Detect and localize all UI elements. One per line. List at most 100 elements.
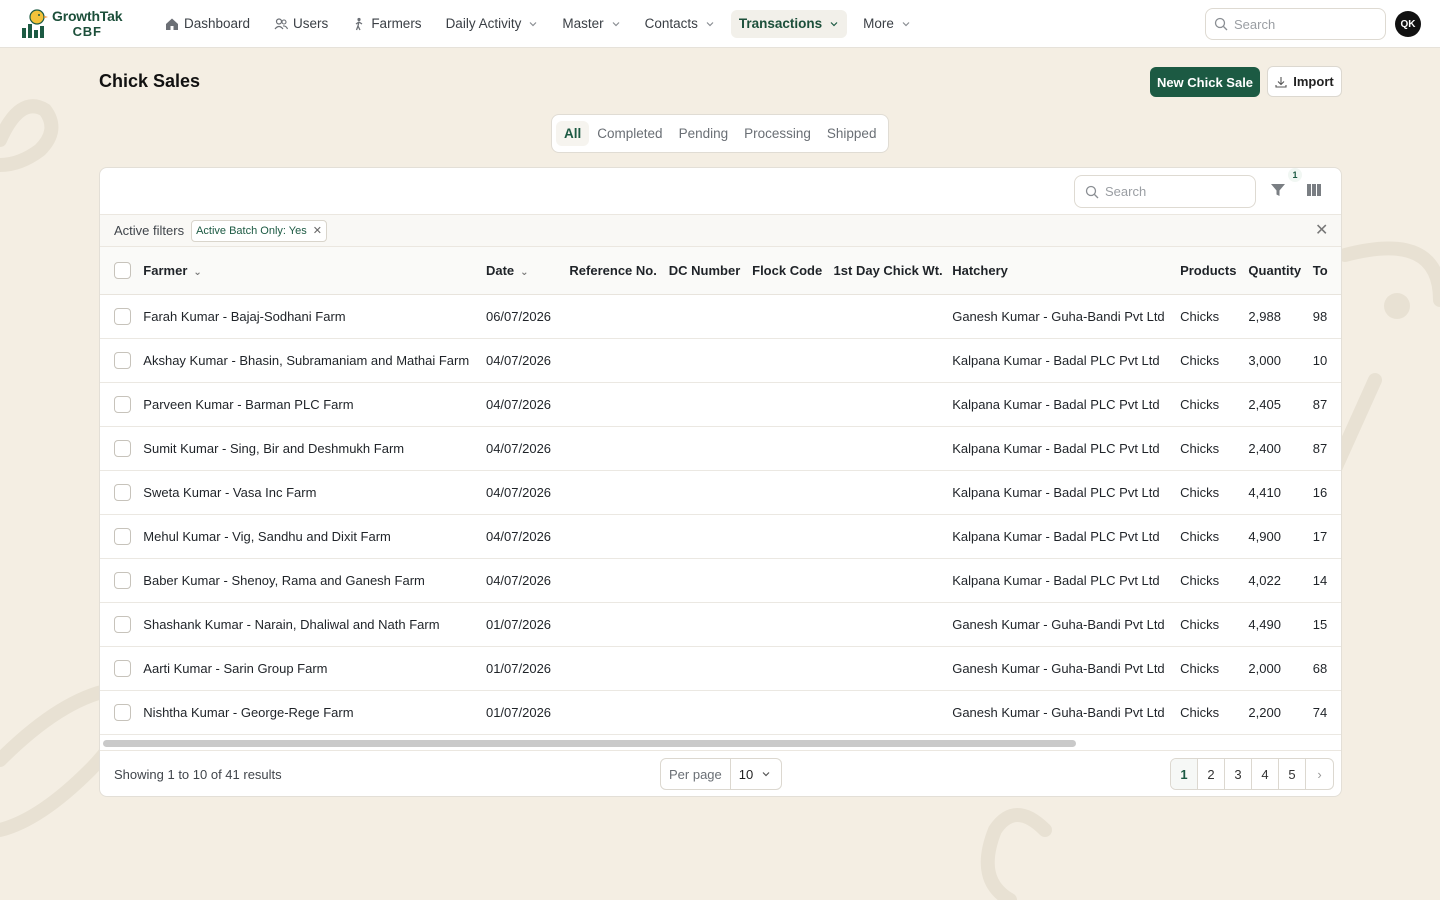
remove-filter-icon[interactable]: ✕ bbox=[313, 224, 322, 237]
cell-date: 04/07/2026 bbox=[485, 528, 552, 544]
cell-products: Chicks bbox=[1180, 484, 1220, 500]
cell-quantity: 2,400 bbox=[1248, 440, 1281, 456]
page-4-button[interactable]: 4 bbox=[1252, 759, 1279, 789]
cell-hatchery: Ganesh Kumar - Guha-Bandi Pvt Ltd bbox=[952, 616, 1165, 632]
filter-chip[interactable]: Active Batch Only: Yes ✕ bbox=[191, 219, 327, 242]
columns-icon[interactable] bbox=[1306, 182, 1322, 198]
tab-pending[interactable]: Pending bbox=[671, 121, 737, 146]
row-checkbox[interactable] bbox=[114, 439, 131, 457]
nav-master[interactable]: Master bbox=[554, 10, 628, 38]
cell-flock bbox=[752, 382, 833, 426]
cell-flock bbox=[752, 426, 833, 470]
avatar[interactable]: QK bbox=[1395, 11, 1421, 37]
nav-daily-activity[interactable]: Daily Activity bbox=[438, 10, 547, 38]
col-quantity[interactable]: Quantity bbox=[1248, 247, 1312, 294]
page-2-button[interactable]: 2 bbox=[1198, 759, 1225, 789]
cell-date: 04/07/2026 bbox=[485, 440, 552, 456]
cell-quantity: 4,490 bbox=[1248, 616, 1281, 632]
cell-products: Chicks bbox=[1180, 440, 1220, 456]
col-dc-number[interactable]: DC Number bbox=[669, 247, 752, 294]
farmer-icon bbox=[355, 17, 363, 30]
per-page-label: Per page bbox=[661, 759, 731, 789]
page-3-button[interactable]: 3 bbox=[1225, 759, 1252, 789]
col-first-day-chick-wt[interactable]: 1st Day Chick Wt. bbox=[834, 247, 953, 294]
main-nav: Dashboard Users Farmers Daily Activity M… bbox=[157, 0, 927, 48]
chevron-down-icon bbox=[830, 21, 838, 26]
page-5-button[interactable]: 5 bbox=[1279, 759, 1306, 789]
row-checkbox[interactable] bbox=[114, 351, 131, 369]
row-checkbox[interactable] bbox=[114, 571, 131, 589]
table-row[interactable]: Aarti Kumar - Sarin Group Farm 01/07/2026… bbox=[100, 646, 1341, 690]
row-checkbox[interactable] bbox=[114, 703, 131, 721]
tab-all[interactable]: All bbox=[556, 121, 590, 146]
table-row[interactable]: Baber Kumar - Shenoy, Rama and Ganesh Fa… bbox=[100, 558, 1341, 602]
cell-total: 98 bbox=[1312, 308, 1328, 324]
table-row[interactable]: Shashank Kumar - Narain, Dhaliwal and Na… bbox=[100, 602, 1341, 646]
pagination: 1 2 3 4 5 › bbox=[1170, 758, 1334, 790]
cell-ref bbox=[569, 602, 668, 646]
home-icon bbox=[166, 18, 178, 30]
table-row[interactable]: Nishtha Kumar - George-Rege Farm 01/07/20… bbox=[100, 690, 1341, 734]
col-products[interactable]: Products bbox=[1180, 247, 1248, 294]
global-search-input[interactable] bbox=[1234, 16, 1374, 32]
per-page-value[interactable]: 10 bbox=[731, 767, 771, 782]
cell-flock bbox=[752, 338, 833, 382]
row-checkbox[interactable] bbox=[114, 527, 131, 545]
tab-shipped[interactable]: Shipped bbox=[819, 121, 885, 146]
nav-users[interactable]: Users bbox=[266, 10, 336, 38]
cell-wt bbox=[834, 382, 953, 426]
brand-name: GrowthTak bbox=[52, 8, 123, 24]
filter-icon[interactable] bbox=[1270, 182, 1286, 198]
cell-wt bbox=[834, 470, 953, 514]
cell-ref bbox=[569, 558, 668, 602]
new-chick-sale-button[interactable]: New Chick Sale bbox=[1150, 67, 1260, 97]
col-hatchery[interactable]: Hatchery bbox=[952, 247, 1180, 294]
nav-transactions-label: Transactions bbox=[738, 16, 823, 31]
page-1-button[interactable]: 1 bbox=[1171, 759, 1198, 789]
row-checkbox[interactable] bbox=[114, 659, 131, 677]
table-search-input[interactable] bbox=[1105, 184, 1245, 199]
nav-transactions[interactable]: Transactions bbox=[730, 9, 848, 38]
table-row[interactable]: Parveen Kumar - Barman PLC Farm 04/07/202… bbox=[100, 382, 1341, 426]
import-button[interactable]: Import bbox=[1267, 66, 1342, 97]
filter-count-badge: 1 bbox=[1288, 168, 1302, 182]
next-page-icon[interactable]: › bbox=[1306, 759, 1333, 789]
nav-contacts[interactable]: Contacts bbox=[637, 10, 723, 38]
col-farmer[interactable]: Farmer ⌄ bbox=[143, 247, 486, 294]
nav-farmers[interactable]: Farmers bbox=[344, 10, 429, 38]
table-row[interactable]: Farah Kumar - Bajaj-Sodhani Farm 06/07/20… bbox=[100, 294, 1341, 338]
cell-quantity: 2,200 bbox=[1248, 704, 1281, 720]
table-row[interactable]: Sweta Kumar - Vasa Inc Farm 04/07/2026 Kal… bbox=[100, 470, 1341, 514]
table-row[interactable]: Mehul Kumar - Vig, Sandhu and Dixit Farm… bbox=[100, 514, 1341, 558]
tab-completed[interactable]: Completed bbox=[589, 121, 670, 146]
select-all-checkbox[interactable] bbox=[114, 261, 131, 279]
brand-logo[interactable]: GrowthTak CBF bbox=[20, 4, 138, 44]
table-row[interactable]: Akshay Kumar - Bhasin, Subramaniam and M… bbox=[100, 338, 1341, 382]
clear-filters-icon[interactable]: ✕ bbox=[1315, 220, 1328, 240]
table-search[interactable] bbox=[1074, 175, 1256, 208]
col-total[interactable]: To bbox=[1313, 247, 1341, 294]
cell-dc bbox=[669, 514, 752, 558]
col-date[interactable]: Date ⌄ bbox=[486, 247, 569, 294]
row-checkbox[interactable] bbox=[114, 483, 131, 501]
row-checkbox[interactable] bbox=[114, 395, 131, 413]
row-checkbox[interactable] bbox=[114, 615, 131, 633]
nav-users-label: Users bbox=[293, 16, 329, 31]
nav-daily-activity-label: Daily Activity bbox=[445, 16, 522, 31]
table-footer: Showing 1 to 10 of 41 results Per page 1… bbox=[100, 750, 1341, 796]
cell-wt bbox=[834, 558, 953, 602]
per-page-select[interactable]: Per page 10 bbox=[660, 758, 782, 790]
col-reference-no[interactable]: Reference No. bbox=[569, 247, 668, 294]
global-search[interactable] bbox=[1205, 8, 1386, 40]
cell-hatchery: Kalpana Kumar - Badal PLC Pvt Ltd bbox=[952, 484, 1160, 500]
cell-date: 04/07/2026 bbox=[485, 352, 552, 368]
row-checkbox[interactable] bbox=[114, 307, 131, 325]
tab-processing[interactable]: Processing bbox=[736, 121, 819, 146]
table-row[interactable]: Sumit Kumar - Sing, Bir and Deshmukh Far… bbox=[100, 426, 1341, 470]
horizontal-scrollbar[interactable] bbox=[103, 740, 1076, 747]
cell-flock bbox=[752, 558, 833, 602]
col-flock-code[interactable]: Flock Code bbox=[752, 247, 833, 294]
cell-quantity: 4,022 bbox=[1248, 572, 1281, 588]
nav-dashboard[interactable]: Dashboard bbox=[157, 10, 258, 38]
nav-more[interactable]: More bbox=[855, 10, 919, 38]
